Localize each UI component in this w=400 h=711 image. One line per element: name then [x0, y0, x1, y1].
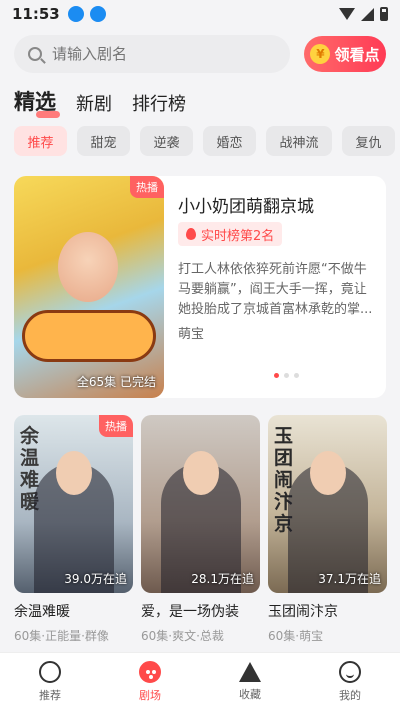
hot-badge: 热播: [130, 176, 164, 198]
chip-recommend[interactable]: 推荐: [14, 126, 67, 156]
search-box[interactable]: [14, 35, 290, 73]
drama-subtitle: 60集·爽文·总裁: [141, 629, 224, 643]
download-notification-icon: [89, 6, 106, 22]
chip-sweet[interactable]: 甜宠: [77, 126, 130, 156]
signal-icon: [361, 7, 374, 21]
carousel-dot: [284, 373, 289, 378]
tab-featured[interactable]: 精选: [14, 86, 60, 118]
chip-revenge[interactable]: 复仇: [342, 126, 395, 156]
flame-icon: [186, 228, 196, 240]
cover-face: [310, 451, 346, 495]
episode-status: 全65集 已完结: [76, 375, 156, 389]
nav-theater[interactable]: 剧场: [100, 653, 200, 711]
nav-label: 推荐: [39, 689, 61, 702]
rank-badge: 实时榜第2名: [178, 222, 283, 246]
bottom-nav: 推荐 剧场 收藏 我的: [0, 652, 400, 711]
cover-face: [56, 451, 92, 495]
tab-new[interactable]: 新剧: [76, 90, 112, 116]
search-row: ¥ 领看点: [14, 34, 386, 74]
drama-title: 爱，是一场伪装: [141, 604, 239, 620]
featured-poster[interactable]: 热播 全65集 已完结: [14, 176, 164, 398]
search-icon: [28, 47, 42, 61]
carousel-indicator: [274, 373, 299, 378]
featured-description: 打工人林依依猝死前许愿“不做牛马要躺赢”，阎王大手一挥，竟让她投胎成了京城首富林…: [178, 262, 373, 317]
follow-count: 39.0万在追: [64, 572, 127, 586]
nav-recommend[interactable]: 推荐: [0, 653, 100, 711]
rank-label: 实时榜第2名: [201, 228, 275, 244]
nav-favorites[interactable]: 收藏: [200, 653, 300, 711]
theater-icon: [139, 661, 161, 683]
qq-notification-icon: [67, 6, 84, 22]
wifi-icon: [339, 8, 355, 20]
featured-tag: 萌宝: [178, 327, 205, 342]
poster-title-art: [22, 310, 156, 362]
drama-subtitle: 60集·正能量·群像: [14, 629, 109, 643]
hot-badge: 热播: [99, 415, 133, 437]
genre-chips: 推荐 甜宠 逆袭 婚恋 战神流 复仇: [14, 126, 400, 156]
nav-label: 剧场: [139, 689, 161, 702]
nav-profile[interactable]: 我的: [300, 653, 400, 711]
follow-count: 28.1万在追: [191, 572, 254, 586]
follow-count: 37.1万在追: [318, 572, 381, 586]
cover-face: [183, 451, 219, 495]
tab-ranking[interactable]: 排行榜: [132, 90, 186, 116]
smile-icon: [339, 661, 361, 683]
featured-title: 小小奶团萌翻京城: [178, 197, 314, 217]
drama-title: 余温难暖: [14, 604, 70, 620]
status-bar: 11:53: [0, 0, 400, 28]
poster-character-art: [58, 232, 118, 302]
drama-subtitle: 60集·萌宝: [268, 629, 324, 643]
earn-points-label: 领看点: [334, 45, 380, 64]
nav-label: 收藏: [239, 688, 261, 701]
recommend-icon: [39, 661, 61, 683]
featured-drama-card[interactable]: 热播 全65集 已完结 小小奶团萌翻京城 实时榜第2名 打工人林依依猝死前许愿“…: [14, 176, 386, 398]
carousel-dot: [294, 373, 299, 378]
status-time: 11:53: [12, 5, 60, 23]
nav-label: 我的: [339, 689, 361, 702]
carousel-dot: [274, 373, 279, 378]
star-icon: [239, 662, 261, 682]
search-input[interactable]: [52, 45, 252, 63]
drama-title: 玉团闹汴京: [268, 604, 338, 620]
drama-card[interactable]: 玉团闹汴京 37.1万在追 玉团闹汴京 60集·萌宝: [268, 415, 387, 644]
drama-cover[interactable]: 余温难暖 热播 39.0万在追: [14, 415, 133, 593]
chip-romance[interactable]: 婚恋: [203, 126, 256, 156]
battery-icon: [380, 7, 388, 21]
drama-card[interactable]: 余温难暖 热播 39.0万在追 余温难暖 60集·正能量·群像: [14, 415, 133, 644]
earn-points-button[interactable]: ¥ 领看点: [304, 36, 386, 72]
drama-card[interactable]: 28.1万在追 爱，是一场伪装 60集·爽文·总裁: [141, 415, 260, 644]
chip-comeback[interactable]: 逆袭: [140, 126, 193, 156]
chip-war-god[interactable]: 战神流: [266, 126, 332, 156]
drama-grid: 余温难暖 热播 39.0万在追 余温难暖 60集·正能量·群像 28.1万在追 …: [14, 415, 387, 644]
drama-cover[interactable]: 玉团闹汴京 37.1万在追: [268, 415, 387, 593]
coin-icon: ¥: [310, 44, 331, 64]
category-tabs: 精选 新剧 排行榜: [14, 86, 186, 118]
drama-cover[interactable]: 28.1万在追: [141, 415, 260, 593]
